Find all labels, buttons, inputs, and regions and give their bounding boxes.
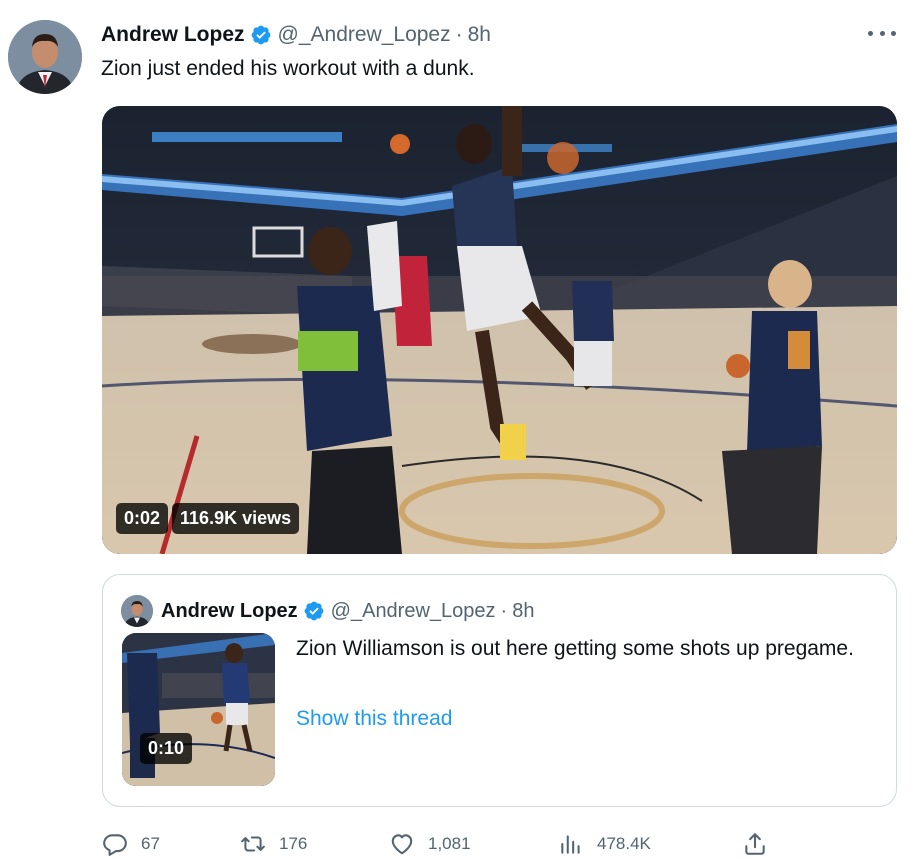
quoted-author-avatar[interactable] [121, 595, 153, 627]
share-button[interactable] [742, 826, 768, 860]
show-thread-link[interactable]: Show this thread [296, 703, 452, 734]
reply-button[interactable]: 67 [102, 826, 160, 860]
analytics-icon [561, 835, 580, 854]
quoted-tweet[interactable]: Andrew Lopez @_Andrew_Lopez · 8h 0:10 Zi… [102, 574, 897, 807]
author-avatar[interactable] [8, 20, 82, 94]
video-views-badge: 116.9K views [172, 503, 300, 534]
views-button[interactable]: 478.4K [558, 826, 651, 860]
author-name[interactable]: Andrew Lopez [101, 23, 245, 47]
verified-badge-icon [303, 600, 325, 622]
like-count: 1,081 [428, 834, 471, 853]
reply-icon [103, 834, 127, 856]
view-count: 478.4K [597, 834, 651, 853]
quoted-timestamp[interactable]: 8h [512, 600, 534, 623]
verified-badge-icon [250, 24, 272, 46]
quoted-tweet-text: Zion Williamson is out here getting some… [296, 637, 854, 660]
quoted-author-name[interactable]: Andrew Lopez [161, 600, 298, 623]
video-player[interactable]: 0:02 116.9K views [102, 106, 897, 554]
quoted-video-duration-badge: 0:10 [140, 733, 193, 764]
video-duration-badge: 0:02 [116, 503, 169, 534]
timestamp[interactable]: 8h [468, 23, 491, 47]
like-icon [391, 834, 413, 855]
retweet-button[interactable]: 176 [240, 826, 307, 860]
tweet-header: Andrew Lopez @_Andrew_Lopez · 8h [101, 20, 491, 50]
like-button[interactable]: 1,081 [389, 826, 471, 860]
quoted-author-handle[interactable]: @_Andrew_Lopez [331, 600, 496, 623]
retweet-icon [241, 836, 265, 852]
author-handle[interactable]: @_Andrew_Lopez [278, 23, 451, 47]
share-icon [745, 833, 765, 855]
separator-dot: · [455, 23, 463, 46]
more-options-icon[interactable] [868, 22, 896, 44]
quoted-video-thumbnail[interactable]: 0:10 [122, 633, 275, 786]
separator-dot: · [500, 599, 508, 622]
reply-count: 67 [141, 834, 160, 853]
retweet-count: 176 [279, 834, 308, 853]
quoted-tweet-header: Andrew Lopez @_Andrew_Lopez · 8h [161, 596, 534, 626]
video-frame [102, 106, 897, 554]
action-bar: 67 176 1,081 478.4K [102, 826, 782, 860]
tweet-text: Zion just ended his workout with a dunk. [101, 57, 475, 80]
